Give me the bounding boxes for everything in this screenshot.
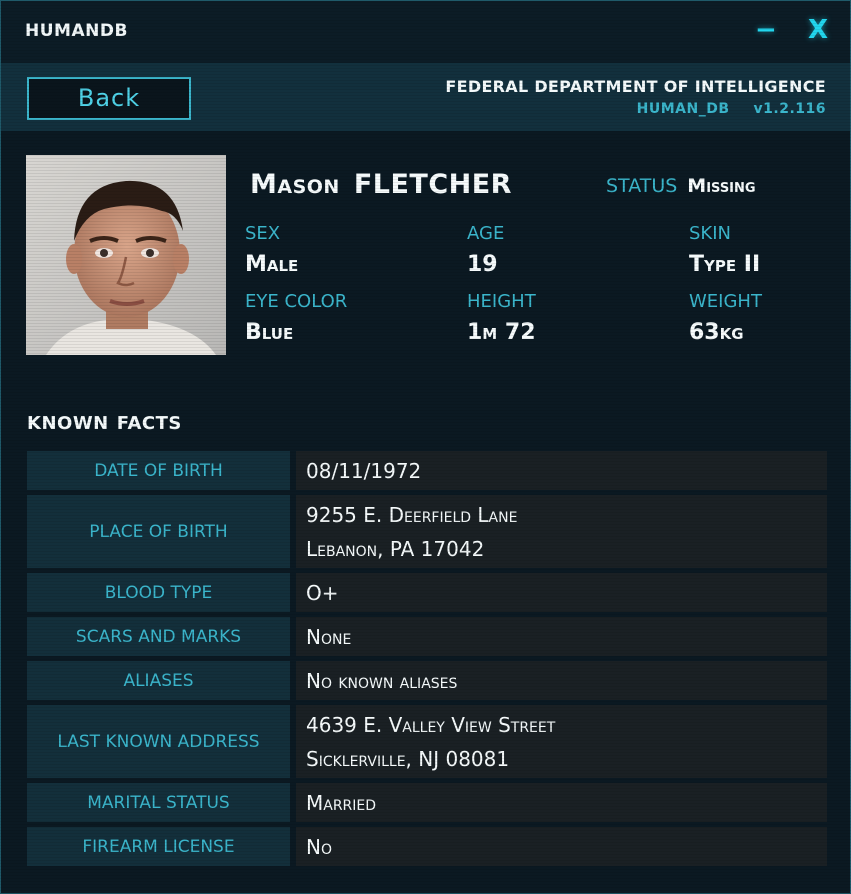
fact-value-line: 9255 E. Deerfield Lane — [306, 502, 518, 527]
title-bar: HUMANDB − X — [1, 1, 850, 63]
attr-value: 19 — [467, 252, 498, 277]
known-facts-heading: KNOWN FACTS — [27, 413, 182, 434]
attr-height: HEIGHT 1m 72 — [467, 291, 667, 345]
profile-photo — [26, 155, 226, 355]
fact-value-line: Married — [306, 790, 377, 815]
fact-row-marital-status: MARITAL STATUS Married — [27, 783, 827, 822]
fact-row-last-known-address: LAST KNOWN ADDRESS 4639 E. Valley View S… — [27, 705, 827, 778]
back-button[interactable]: Back — [27, 77, 191, 120]
last-name: FLETCHER — [353, 169, 512, 200]
attr-weight: WEIGHT 63kg — [689, 291, 851, 345]
header-band: Back FEDERAL DEPARTMENT OF INTELLIGENCE … — [1, 63, 850, 131]
close-button[interactable]: X — [808, 13, 828, 47]
fact-row-date-of-birth: DATE OF BIRTH 08/11/1972 — [27, 451, 827, 490]
attr-value: Blue — [245, 320, 294, 345]
first-name: Mason — [250, 169, 340, 200]
attr-value: Type II — [689, 252, 761, 277]
fact-label: FIREARM LICENSE — [27, 827, 290, 866]
fact-label: MARITAL STATUS — [27, 783, 290, 822]
fact-label: LAST KNOWN ADDRESS — [27, 705, 290, 778]
minimize-icon: − — [755, 15, 777, 45]
heading-word: FACTS — [116, 413, 182, 434]
status-label: STATUS — [606, 175, 678, 197]
fact-label: ALIASES — [27, 661, 290, 700]
fact-value: Married — [296, 783, 827, 822]
attr-value: 1m 72 — [467, 320, 536, 345]
attr-label: SEX — [245, 223, 281, 244]
fact-value-line: No — [306, 834, 332, 859]
fact-value-line: Lebanon, PA 17042 — [306, 536, 485, 561]
fact-row-scars-and-marks: SCARS AND MARKS None — [27, 617, 827, 656]
attr-label: EYE COLOR — [245, 291, 348, 312]
fact-value-line: Sicklerville, NJ 08081 — [306, 746, 510, 771]
fact-value: 9255 E. Deerfield Lane Lebanon, PA 17042 — [296, 495, 827, 568]
version-label: v1.2.116 — [753, 101, 826, 117]
fact-label: PLACE OF BIRTH — [27, 495, 290, 568]
close-icon: X — [808, 15, 829, 45]
facts-table: DATE OF BIRTH 08/11/1972 PLACE OF BIRTH … — [27, 451, 827, 871]
person-name: Mason FLETCHER — [250, 169, 512, 200]
database-info: HUMAN_DB v1.2.116 — [637, 101, 826, 117]
attr-age: AGE 19 — [467, 223, 667, 277]
attr-label: WEIGHT — [689, 291, 762, 312]
humandb-window: HUMANDB − X Back FEDERAL DEPARTMENT OF I… — [0, 0, 851, 894]
database-name: HUMAN_DB — [636, 101, 730, 117]
fact-label: BLOOD TYPE — [27, 573, 290, 612]
fact-value: No known aliases — [296, 661, 827, 700]
app-title: HUMANDB — [25, 21, 128, 41]
fact-label: DATE OF BIRTH — [27, 451, 290, 490]
fact-value-line: O+ — [306, 580, 339, 605]
attr-value: Male — [245, 252, 299, 277]
agency-name: FEDERAL DEPARTMENT OF INTELLIGENCE — [445, 77, 826, 96]
fact-value: O+ — [296, 573, 827, 612]
portrait-image — [26, 155, 226, 355]
attr-skin: SKIN Type II — [689, 223, 851, 277]
fact-value-line: 08/11/1972 — [306, 458, 422, 483]
attr-sex: SEX Male — [245, 223, 445, 277]
fact-row-aliases: ALIASES No known aliases — [27, 661, 827, 700]
fact-row-blood-type: BLOOD TYPE O+ — [27, 573, 827, 612]
status-field: STATUS Missing — [606, 175, 756, 197]
fact-row-place-of-birth: PLACE OF BIRTH 9255 E. Deerfield Lane Le… — [27, 495, 827, 568]
fact-value-line: 4639 E. Valley View Street — [306, 712, 556, 737]
fact-value-line: No known aliases — [306, 668, 458, 693]
attr-label: HEIGHT — [467, 291, 536, 312]
fact-value: None — [296, 617, 827, 656]
minimize-button[interactable]: − — [755, 13, 777, 47]
attr-value: 63kg — [689, 320, 744, 345]
fact-label: SCARS AND MARKS — [27, 617, 290, 656]
attr-eye-color: EYE COLOR Blue — [245, 291, 445, 345]
attr-label: SKIN — [689, 223, 732, 244]
fact-value: 4639 E. Valley View Street Sicklerville,… — [296, 705, 827, 778]
heading-word: KNOWN — [27, 413, 109, 434]
fact-value: No — [296, 827, 827, 866]
fact-row-firearm-license: FIREARM LICENSE No — [27, 827, 827, 866]
attr-label: AGE — [467, 223, 505, 244]
fact-value: 08/11/1972 — [296, 451, 827, 490]
status-value: Missing — [687, 175, 756, 197]
fact-value-line: None — [306, 624, 352, 649]
